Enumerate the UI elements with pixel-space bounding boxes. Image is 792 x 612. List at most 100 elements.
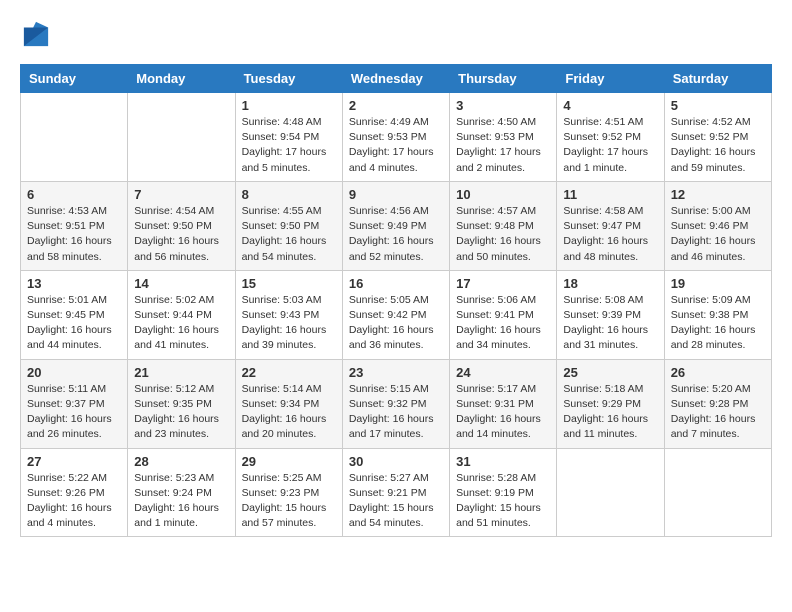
day-number: 25 [563, 365, 657, 380]
day-info: Sunrise: 5:27 AM Sunset: 9:21 PM Dayligh… [349, 471, 443, 532]
day-number: 16 [349, 276, 443, 291]
calendar-cell: 22 Sunrise: 5:14 AM Sunset: 9:34 PM Dayli… [235, 359, 342, 448]
day-number: 28 [134, 454, 228, 469]
day-info: Sunrise: 4:52 AM Sunset: 9:52 PM Dayligh… [671, 115, 765, 176]
weekday-header-row: SundayMondayTuesdayWednesdayThursdayFrid… [21, 65, 772, 93]
weekday-header: Monday [128, 65, 235, 93]
day-info: Sunrise: 5:25 AM Sunset: 9:23 PM Dayligh… [242, 471, 336, 532]
calendar-cell: 29 Sunrise: 5:25 AM Sunset: 9:23 PM Dayli… [235, 448, 342, 537]
calendar-cell: 28Sunrise: 5:23 AM Sunset: 9:24 PM Dayli… [128, 448, 235, 537]
calendar-cell: 2Sunrise: 4:49 AM Sunset: 9:53 PM Daylig… [342, 93, 449, 182]
calendar-cell: 25Sunrise: 5:18 AM Sunset: 9:29 PM Dayli… [557, 359, 664, 448]
day-number: 29 [242, 454, 336, 469]
weekday-header: Saturday [664, 65, 771, 93]
calendar-cell [21, 93, 128, 182]
day-number: 7 [134, 187, 228, 202]
day-info: Sunrise: 5:05 AM Sunset: 9:42 PM Dayligh… [349, 293, 443, 354]
calendar-week-row: 20 Sunrise: 5:11 AM Sunset: 9:37 PM Dayli… [21, 359, 772, 448]
calendar-cell: 15 Sunrise: 5:03 AM Sunset: 9:43 PM Dayli… [235, 270, 342, 359]
calendar-cell: 21 Sunrise: 5:12 AM Sunset: 9:35 PM Dayli… [128, 359, 235, 448]
day-info: Sunrise: 4:51 AM Sunset: 9:52 PM Dayligh… [563, 115, 657, 176]
day-info: Sunrise: 4:54 AM Sunset: 9:50 PM Dayligh… [134, 204, 228, 265]
day-info: Sunrise: 5:12 AM Sunset: 9:35 PM Dayligh… [134, 382, 228, 443]
calendar-cell: 12Sunrise: 5:00 AM Sunset: 9:46 PM Dayli… [664, 181, 771, 270]
day-info: Sunrise: 5:14 AM Sunset: 9:34 PM Dayligh… [242, 382, 336, 443]
day-info: Sunrise: 5:09 AM Sunset: 9:38 PM Dayligh… [671, 293, 765, 354]
calendar-cell: 30 Sunrise: 5:27 AM Sunset: 9:21 PM Dayli… [342, 448, 449, 537]
day-number: 6 [27, 187, 121, 202]
calendar-cell: 4 Sunrise: 4:51 AM Sunset: 9:52 PM Daylig… [557, 93, 664, 182]
weekday-header: Wednesday [342, 65, 449, 93]
day-number: 18 [563, 276, 657, 291]
day-info: Sunrise: 4:53 AM Sunset: 9:51 PM Dayligh… [27, 204, 121, 265]
logo-text [20, 20, 50, 54]
calendar-cell: 7 Sunrise: 4:54 AM Sunset: 9:50 PM Daylig… [128, 181, 235, 270]
day-info: Sunrise: 5:20 AM Sunset: 9:28 PM Dayligh… [671, 382, 765, 443]
day-info: Sunrise: 5:28 AM Sunset: 9:19 PM Dayligh… [456, 471, 550, 532]
day-number: 14 [134, 276, 228, 291]
day-info: Sunrise: 4:55 AM Sunset: 9:50 PM Dayligh… [242, 204, 336, 265]
calendar-cell: 18Sunrise: 5:08 AM Sunset: 9:39 PM Dayli… [557, 270, 664, 359]
calendar-cell: 26 Sunrise: 5:20 AM Sunset: 9:28 PM Dayli… [664, 359, 771, 448]
day-number: 9 [349, 187, 443, 202]
day-number: 1 [242, 98, 336, 113]
day-info: Sunrise: 5:11 AM Sunset: 9:37 PM Dayligh… [27, 382, 121, 443]
calendar-cell: 10 Sunrise: 4:57 AM Sunset: 9:48 PM Dayli… [450, 181, 557, 270]
day-number: 19 [671, 276, 765, 291]
day-info: Sunrise: 5:03 AM Sunset: 9:43 PM Dayligh… [242, 293, 336, 354]
day-info: Sunrise: 5:22 AM Sunset: 9:26 PM Dayligh… [27, 471, 121, 532]
day-number: 10 [456, 187, 550, 202]
calendar-cell: 24 Sunrise: 5:17 AM Sunset: 9:31 PM Dayli… [450, 359, 557, 448]
day-info: Sunrise: 5:06 AM Sunset: 9:41 PM Dayligh… [456, 293, 550, 354]
calendar-cell: 14 Sunrise: 5:02 AM Sunset: 9:44 PM Dayli… [128, 270, 235, 359]
day-info: Sunrise: 4:49 AM Sunset: 9:53 PM Dayligh… [349, 115, 443, 176]
calendar-cell: 19 Sunrise: 5:09 AM Sunset: 9:38 PM Dayli… [664, 270, 771, 359]
calendar-cell: 9 Sunrise: 4:56 AM Sunset: 9:49 PM Daylig… [342, 181, 449, 270]
day-number: 11 [563, 187, 657, 202]
day-info: Sunrise: 4:57 AM Sunset: 9:48 PM Dayligh… [456, 204, 550, 265]
day-number: 31 [456, 454, 550, 469]
day-number: 23 [349, 365, 443, 380]
day-number: 30 [349, 454, 443, 469]
weekday-header: Sunday [21, 65, 128, 93]
calendar-week-row: 27 Sunrise: 5:22 AM Sunset: 9:26 PM Dayli… [21, 448, 772, 537]
day-number: 12 [671, 187, 765, 202]
calendar-week-row: 13 Sunrise: 5:01 AM Sunset: 9:45 PM Dayli… [21, 270, 772, 359]
day-number: 3 [456, 98, 550, 113]
day-number: 13 [27, 276, 121, 291]
weekday-header: Tuesday [235, 65, 342, 93]
day-number: 5 [671, 98, 765, 113]
weekday-header: Thursday [450, 65, 557, 93]
day-number: 15 [242, 276, 336, 291]
day-info: Sunrise: 5:01 AM Sunset: 9:45 PM Dayligh… [27, 293, 121, 354]
calendar-cell: 31 Sunrise: 5:28 AM Sunset: 9:19 PM Dayli… [450, 448, 557, 537]
day-number: 27 [27, 454, 121, 469]
day-number: 21 [134, 365, 228, 380]
day-info: Sunrise: 5:17 AM Sunset: 9:31 PM Dayligh… [456, 382, 550, 443]
day-number: 8 [242, 187, 336, 202]
calendar-cell [557, 448, 664, 537]
day-number: 26 [671, 365, 765, 380]
day-info: Sunrise: 4:50 AM Sunset: 9:53 PM Dayligh… [456, 115, 550, 176]
calendar-table: SundayMondayTuesdayWednesdayThursdayFrid… [20, 64, 772, 537]
day-info: Sunrise: 5:02 AM Sunset: 9:44 PM Dayligh… [134, 293, 228, 354]
day-number: 22 [242, 365, 336, 380]
day-number: 17 [456, 276, 550, 291]
calendar-cell [664, 448, 771, 537]
day-info: Sunrise: 4:48 AM Sunset: 9:54 PM Dayligh… [242, 115, 336, 176]
calendar-cell: 23 Sunrise: 5:15 AM Sunset: 9:32 PM Dayli… [342, 359, 449, 448]
calendar-cell: 11Sunrise: 4:58 AM Sunset: 9:47 PM Dayli… [557, 181, 664, 270]
day-number: 24 [456, 365, 550, 380]
calendar-cell: 27 Sunrise: 5:22 AM Sunset: 9:26 PM Dayli… [21, 448, 128, 537]
day-info: Sunrise: 5:15 AM Sunset: 9:32 PM Dayligh… [349, 382, 443, 443]
logo-icon [22, 20, 50, 48]
calendar-cell: 16 Sunrise: 5:05 AM Sunset: 9:42 PM Dayli… [342, 270, 449, 359]
day-number: 20 [27, 365, 121, 380]
day-info: Sunrise: 4:56 AM Sunset: 9:49 PM Dayligh… [349, 204, 443, 265]
calendar-week-row: 1 Sunrise: 4:48 AM Sunset: 9:54 PM Daylig… [21, 93, 772, 182]
calendar-cell: 5 Sunrise: 4:52 AM Sunset: 9:52 PM Daylig… [664, 93, 771, 182]
calendar-cell: 8 Sunrise: 4:55 AM Sunset: 9:50 PM Daylig… [235, 181, 342, 270]
day-number: 4 [563, 98, 657, 113]
weekday-header: Friday [557, 65, 664, 93]
calendar-cell: 6 Sunrise: 4:53 AM Sunset: 9:51 PM Daylig… [21, 181, 128, 270]
